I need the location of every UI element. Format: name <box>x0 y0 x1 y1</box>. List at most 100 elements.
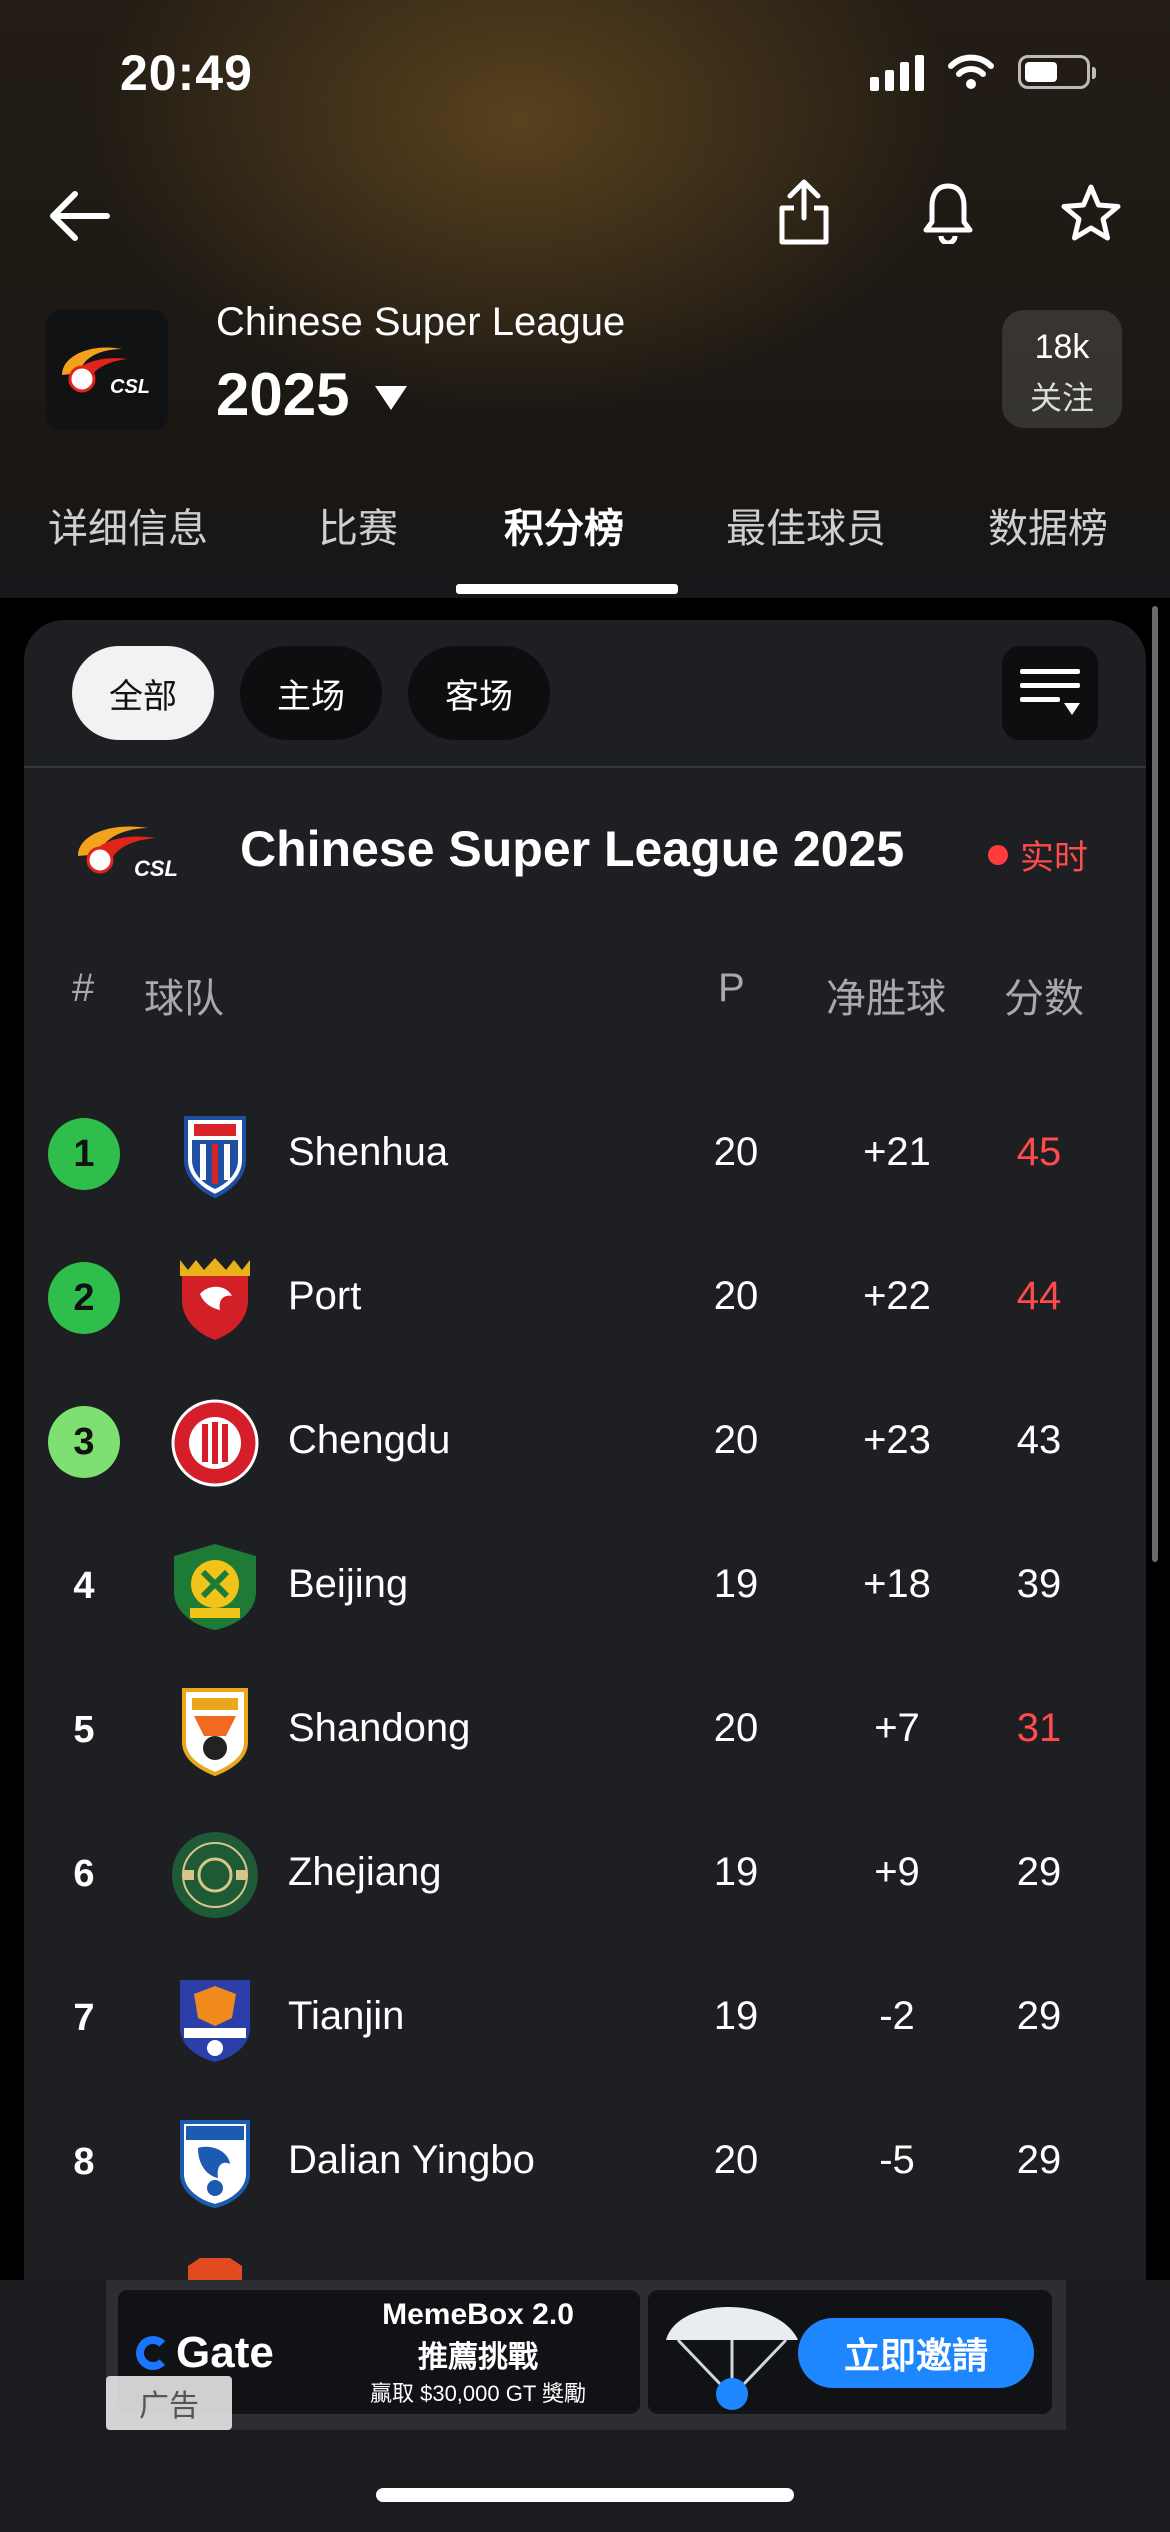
rank-badge: 4 <box>73 1564 95 1607</box>
rank-badge: 2 <box>48 1262 120 1334</box>
points: 44 <box>1016 1274 1062 1318</box>
tab-stats[interactable]: 数据榜 <box>988 496 1108 554</box>
filter-away[interactable]: 客场 <box>408 646 550 740</box>
points: 39 <box>1016 1562 1062 1606</box>
table-header: # 球队 P 净胜球 分数 <box>24 966 1146 1026</box>
status-icons <box>870 52 1096 92</box>
bell-icon[interactable] <box>912 172 984 252</box>
follow-button[interactable]: 18k 关注 <box>1002 310 1122 428</box>
team-name: Zhejiang <box>288 1850 442 1894</box>
rank-badge: 5 <box>73 1708 95 1751</box>
table-row[interactable]: 3 Chengdu 20 +23 43 <box>24 1370 1146 1514</box>
back-arrow-icon[interactable] <box>42 180 114 252</box>
port-crest-icon <box>180 1258 250 1340</box>
points: 29 <box>1016 1994 1062 2038</box>
points: 29 <box>1016 2138 1062 2182</box>
team-name: Chengdu <box>288 1418 451 1462</box>
rank-badge: 3 <box>48 1406 120 1478</box>
tab-bar: 详细信息 比赛 积分榜 最佳球员 数据榜 <box>0 496 1170 596</box>
team-name: Shandong <box>288 1706 471 1750</box>
signal-icon <box>870 53 924 91</box>
league-header: 20:49 CSL Chinese Super League 2025 18k … <box>0 0 1170 598</box>
dalian-yingbo-crest-icon <box>180 2120 250 2208</box>
col-played: P <box>718 966 745 1010</box>
tab-standings[interactable]: 积分榜 <box>504 496 624 554</box>
tab-matches[interactable]: 比赛 <box>318 496 398 554</box>
shandong-crest-icon <box>182 1688 248 1776</box>
ad-cta-panel[interactable]: 立即邀請 <box>648 2290 1052 2414</box>
team-name: Port <box>288 1274 362 1318</box>
ad-line1: MemeBox 2.0 <box>382 2298 574 2331</box>
table-row[interactable]: 4 Beijing 19 +18 39 <box>24 1514 1146 1658</box>
tab-top-players[interactable]: 最佳球员 <box>726 496 886 554</box>
live-indicator: 实时 <box>988 830 1088 879</box>
battery-icon <box>1018 55 1096 89</box>
rank-badge: 7 <box>73 1996 95 2039</box>
home-indicator <box>376 2488 794 2502</box>
team-name: Beijing <box>288 1562 409 1606</box>
parachute-icon <box>666 2307 798 2410</box>
tianjin-crest-icon <box>180 1980 250 2062</box>
col-team: 球队 <box>144 977 224 1021</box>
played: 20 <box>713 1274 759 1318</box>
played: 20 <box>713 2138 759 2182</box>
follow-count: 18k <box>1034 328 1090 366</box>
sort-menu-icon[interactable] <box>1002 646 1098 740</box>
team-name: Tianjin <box>288 1994 405 2038</box>
follow-label: 关注 <box>1029 380 1094 416</box>
goal-difference: +7 <box>874 1706 920 1750</box>
goal-difference: +18 <box>863 1562 931 1606</box>
ad-line3: 贏取 $30,000 GT 獎勵 <box>369 2381 586 2406</box>
invite-now-button[interactable]: 立即邀請 <box>798 2318 1034 2388</box>
live-label: 实时 <box>1020 839 1088 877</box>
ad-banner[interactable]: Gate MemeBox 2.0 推薦挑戰 贏取 $30,000 GT 獎勵 立… <box>106 2280 1066 2430</box>
scrollbar[interactable] <box>1152 606 1158 1562</box>
league-logo-text: CSL <box>110 376 150 398</box>
csl-logo-text: CSL <box>134 856 178 881</box>
table-row[interactable]: 6 Zhejiang 19 +9 29 <box>24 1802 1146 1946</box>
goal-difference: -2 <box>879 1994 915 2038</box>
team-name: Shenhua <box>288 1130 449 1174</box>
filter-all[interactable]: 全部 <box>72 646 214 740</box>
standings-card: 全部 主场 客场 CSL Chinese Super League 2025 实… <box>24 620 1146 2320</box>
team-name: Dalian Yingbo <box>288 2138 535 2182</box>
star-icon[interactable] <box>1054 176 1128 250</box>
col-points: 分数 <box>1004 977 1084 1021</box>
live-dot-icon <box>988 844 1008 865</box>
caret-down-icon <box>375 385 408 410</box>
rank-badge: 1 <box>48 1118 120 1190</box>
share-icon[interactable] <box>768 172 840 252</box>
ad-text: MemeBox 2.0 推薦挑戰 贏取 $30,000 GT 獎勵 <box>328 2298 628 2408</box>
zhejiang-crest-icon <box>172 1832 258 1918</box>
table-row[interactable]: 2 Port 20 +22 44 <box>24 1226 1146 1370</box>
table-row[interactable]: 7 Tianjin 19 -2 29 <box>24 1946 1146 2090</box>
filter-home[interactable]: 主场 <box>240 646 382 740</box>
rank-badge: 8 <box>73 2140 95 2183</box>
league-name: Chinese Super League <box>216 300 626 344</box>
points: 29 <box>1016 1850 1062 1894</box>
played: 20 <box>713 1418 759 1462</box>
table-row[interactable]: 1 Shenhua 20 +21 45 <box>24 1082 1146 1226</box>
points: 45 <box>1016 1130 1062 1174</box>
rank-badge: 6 <box>73 1852 95 1895</box>
chengdu-crest-icon <box>171 1399 259 1487</box>
tab-details[interactable]: 详细信息 <box>48 496 208 554</box>
played: 19 <box>713 1562 759 1606</box>
csl-logo-icon: CSL <box>78 826 178 881</box>
table-row[interactable]: 8 Dalian Yingbo 20 -5 29 <box>24 2090 1146 2234</box>
played: 19 <box>713 1994 759 2038</box>
played: 20 <box>713 1130 759 1174</box>
beijing-crest-icon <box>174 1544 256 1630</box>
season-selector[interactable]: 2025 <box>216 360 408 429</box>
filter-row: 全部 主场 客场 <box>24 620 1146 768</box>
status-time: 20:49 <box>120 45 253 101</box>
goal-difference: -5 <box>879 2138 915 2182</box>
active-tab-indicator <box>456 584 678 594</box>
gate-logo-icon <box>136 2336 170 2370</box>
goal-difference: +23 <box>863 1418 931 1462</box>
ad-badge: 广告 <box>106 2376 232 2430</box>
wifi-icon <box>948 54 994 89</box>
gate-brand: Gate <box>176 2328 274 2377</box>
table-row[interactable]: 5 Shandong 20 +7 31 <box>24 1658 1146 1802</box>
season-label: 2025 <box>216 361 350 428</box>
